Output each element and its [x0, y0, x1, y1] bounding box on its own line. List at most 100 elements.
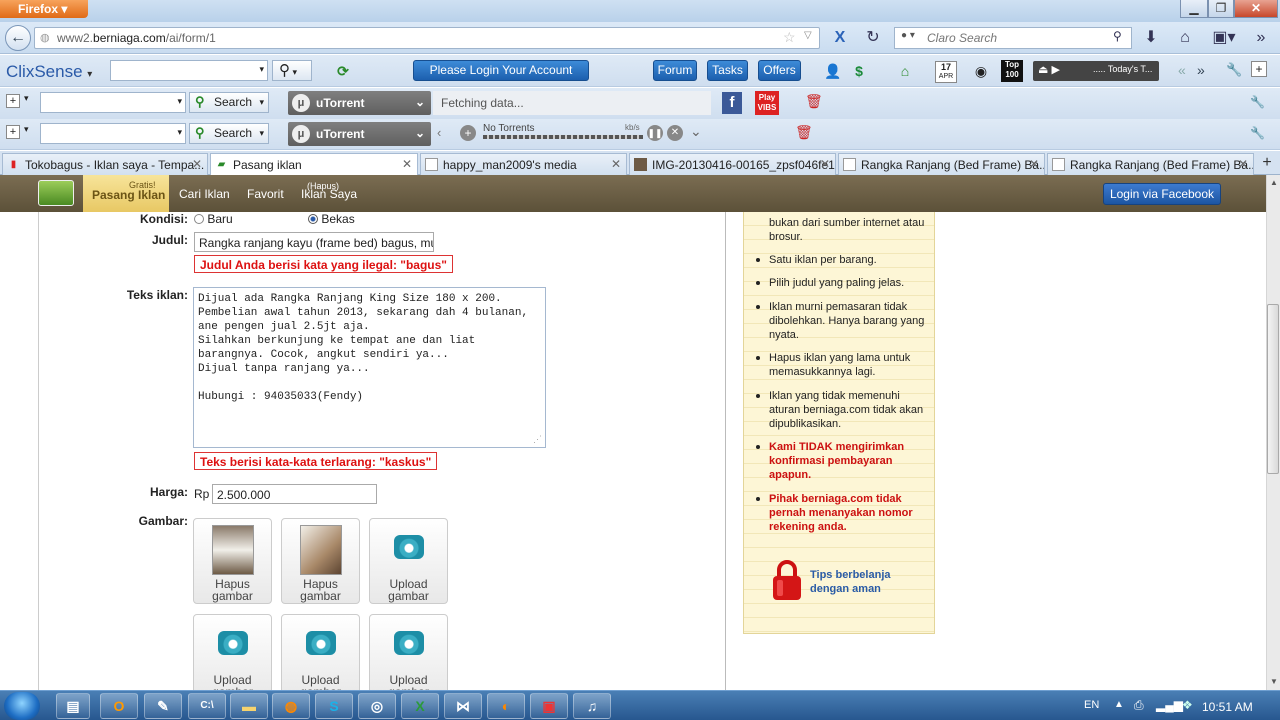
image-slot-4[interactable]: Upload gambar [193, 614, 272, 690]
dropdown-arrow-icon[interactable]: ▾ [24, 93, 29, 104]
taskbar-excel-icon[interactable]: X [401, 693, 439, 719]
image-slot-2[interactable]: Hapus gambar [281, 518, 360, 604]
toolbar-search-button-2[interactable]: ⚲ Search ▾ [189, 123, 269, 144]
close-icon[interactable]: ✕ [192, 157, 202, 171]
taskbar-app-icon[interactable]: ▣ [530, 693, 568, 719]
scroll-up-icon[interactable]: ▲ [1270, 178, 1278, 187]
tab-happy-man[interactable]: happy_man2009's media ✕ [420, 153, 627, 175]
player-controls-icon[interactable]: ⏏ ▶ [1038, 63, 1060, 76]
facebook-icon[interactable]: f [722, 92, 742, 114]
toolbar-search-input[interactable]: ▾ [40, 92, 186, 113]
minimize-icon[interactable]: ▁ [1180, 0, 1208, 18]
tab-img[interactable]: IMG-20130416-00165_zpsf046fe1... ✕ [629, 153, 836, 175]
close-icon[interactable]: ✕ [820, 157, 830, 171]
wrench-icon[interactable]: 🔧 [1226, 62, 1242, 78]
tab-rangka-1[interactable]: Rangka Ranjang (Bed Frame) Ba... ✕ [838, 153, 1045, 175]
safe-shopping-tips-link[interactable]: Tips berbelanja dengan aman [810, 568, 920, 596]
arrow-left-icon[interactable]: ‹ [437, 125, 441, 140]
page-menu-icon[interactable]: ▣▾ [1209, 27, 1239, 49]
image-slot-5[interactable]: Upload gambar [281, 614, 360, 690]
dropdown-arrow-icon[interactable]: ▾ [177, 127, 182, 138]
close-icon[interactable]: ✕ [1029, 157, 1039, 171]
clixsense-logo[interactable]: ClixSense ▾ [6, 62, 92, 82]
scroll-right-icon[interactable]: » [1197, 62, 1205, 78]
reload-icon[interactable]: ↻ [862, 27, 884, 49]
magnifier-icon[interactable]: ⚲ ▾ [272, 60, 312, 81]
trash-icon[interactable]: 🗑 [795, 124, 813, 141]
tray-network-icon[interactable]: ⎙ [1134, 698, 1144, 713]
user-icon[interactable]: 👤 [822, 60, 844, 82]
utorrent-widget[interactable]: μ uTorrent ⌄ [288, 91, 431, 115]
image-slot-3[interactable]: Upload gambar [369, 518, 448, 604]
taskbar-browser-icon[interactable]: ◍ [272, 693, 310, 719]
x-addon-icon[interactable]: X [829, 27, 851, 49]
new-tab-icon[interactable]: + [1258, 154, 1276, 172]
start-button-icon[interactable] [4, 692, 40, 720]
refresh-badge-icon[interactable]: ⟳ [332, 60, 354, 82]
maximize-icon[interactable]: ❐ [1208, 0, 1234, 18]
scroll-down-icon[interactable]: ▼ [1270, 677, 1278, 686]
dropdown-arrow-icon[interactable]: ▾ [259, 64, 264, 75]
close-icon[interactable]: ✕ [1238, 157, 1248, 171]
search-engine-icon[interactable]: ● ▾ [901, 30, 915, 41]
taskbar-tool-icon[interactable]: ✎ [144, 693, 182, 719]
tray-expand-icon[interactable]: ▲ [1114, 699, 1124, 710]
scrollbar-thumb[interactable] [1267, 304, 1279, 474]
play-vibs-icon[interactable]: Play VIBS [755, 91, 779, 115]
dropdown-arrow-icon[interactable]: ▾ [177, 96, 182, 107]
close-icon[interactable]: ✕ [402, 157, 412, 171]
dollar-icon[interactable]: $ [848, 60, 870, 82]
language-indicator[interactable]: EN [1084, 699, 1099, 711]
judul-input[interactable]: Rangka ranjang kayu (frame bed) bagus, m… [194, 232, 434, 252]
tray-signal-icon[interactable]: ▂▄▆ [1156, 698, 1183, 712]
teks-iklan-textarea[interactable]: Dijual ada Rangka Ranjang King Size 180 … [193, 287, 546, 448]
chevron-down-icon[interactable]: ⌄ [690, 123, 702, 140]
search-input[interactable]: ● ▾ Claro Search ⚲ [894, 27, 1132, 49]
image-slot-1[interactable]: Hapus gambar [193, 518, 272, 604]
expand-icon[interactable]: + [6, 125, 20, 139]
taskbar-app-icon[interactable]: ◎ [358, 693, 396, 719]
nav-cari-iklan[interactable]: Cari Iklan [179, 187, 230, 201]
gauge-icon[interactable]: ◉ [970, 60, 992, 82]
wrench-icon[interactable]: 🔧 [1250, 95, 1265, 109]
kondisi-baru-radio[interactable]: Baru [194, 212, 233, 226]
taskbar-clock[interactable]: 10:51 AM [1202, 700, 1253, 714]
nav-pasang-iklan[interactable]: Gratis! Pasang Iklan [83, 175, 169, 212]
close-icon[interactable]: ✕ [611, 157, 621, 171]
menu-arrow-icon[interactable]: » [1250, 27, 1272, 49]
toolbar-search-input-2[interactable]: ▾ [40, 123, 186, 144]
taskbar-app-icon[interactable]: ⋈ [444, 693, 482, 719]
wrench-icon[interactable]: 🔧 [1250, 126, 1265, 140]
nav-favorit[interactable]: Favorit [247, 187, 284, 201]
search-magnifier-icon[interactable]: ⚲ [1113, 29, 1122, 43]
taskbar-skype-icon[interactable]: S [315, 693, 353, 719]
taskbar-cmd-icon[interactable]: C:\ [188, 693, 226, 719]
toolbar-search-button[interactable]: ⚲ Search ▾ [189, 92, 269, 113]
utorrent-widget-2[interactable]: μ uTorrent ⌄ [288, 122, 431, 146]
login-facebook-button[interactable]: Login via Facebook [1103, 183, 1221, 205]
expand-icon[interactable]: + [6, 94, 20, 108]
close-icon[interactable]: ✕ [1234, 0, 1278, 18]
taskbar-app-icon[interactable]: ♫ [573, 693, 611, 719]
stop-icon[interactable]: ✕ [667, 125, 683, 141]
home-icon[interactable]: ⌂ [1174, 27, 1196, 49]
tray-app-icon[interactable]: ❖ [1182, 698, 1193, 712]
trash-icon[interactable]: 🗑 [805, 93, 823, 110]
download-icon[interactable]: ⬇ [1140, 27, 1162, 49]
tab-rangka-2[interactable]: Rangka Ranjang (Bed Frame) Ba... ✕ [1047, 153, 1254, 175]
back-arrow-icon[interactable]: ← [5, 25, 31, 51]
resize-handle-icon[interactable]: ⋰ [533, 434, 542, 445]
tasks-button[interactable]: Tasks [707, 60, 748, 81]
scroll-left-icon[interactable]: « [1178, 62, 1186, 78]
tab-tokobagus[interactable]: ▮ Tokobagus - Iklan saya - Tempa... ✕ [2, 153, 208, 175]
bookmark-star-icon[interactable]: ☆ [783, 29, 796, 46]
calendar-icon[interactable]: 17 APR [935, 61, 957, 83]
kondisi-bekas-radio[interactable]: Bekas [308, 212, 355, 226]
tab-pasang-iklan[interactable]: ▰ Pasang iklan ✕ [210, 153, 418, 176]
login-account-button[interactable]: Please Login Your Account [413, 60, 589, 81]
harga-input[interactable]: 2.500.000 [212, 484, 377, 504]
taskbar-outlook-icon[interactable]: O [100, 693, 138, 719]
home-up-icon[interactable]: ⌂ [894, 60, 916, 82]
add-icon[interactable]: + [1251, 61, 1267, 77]
top-100-icon[interactable]: Top 100 [1001, 60, 1023, 82]
